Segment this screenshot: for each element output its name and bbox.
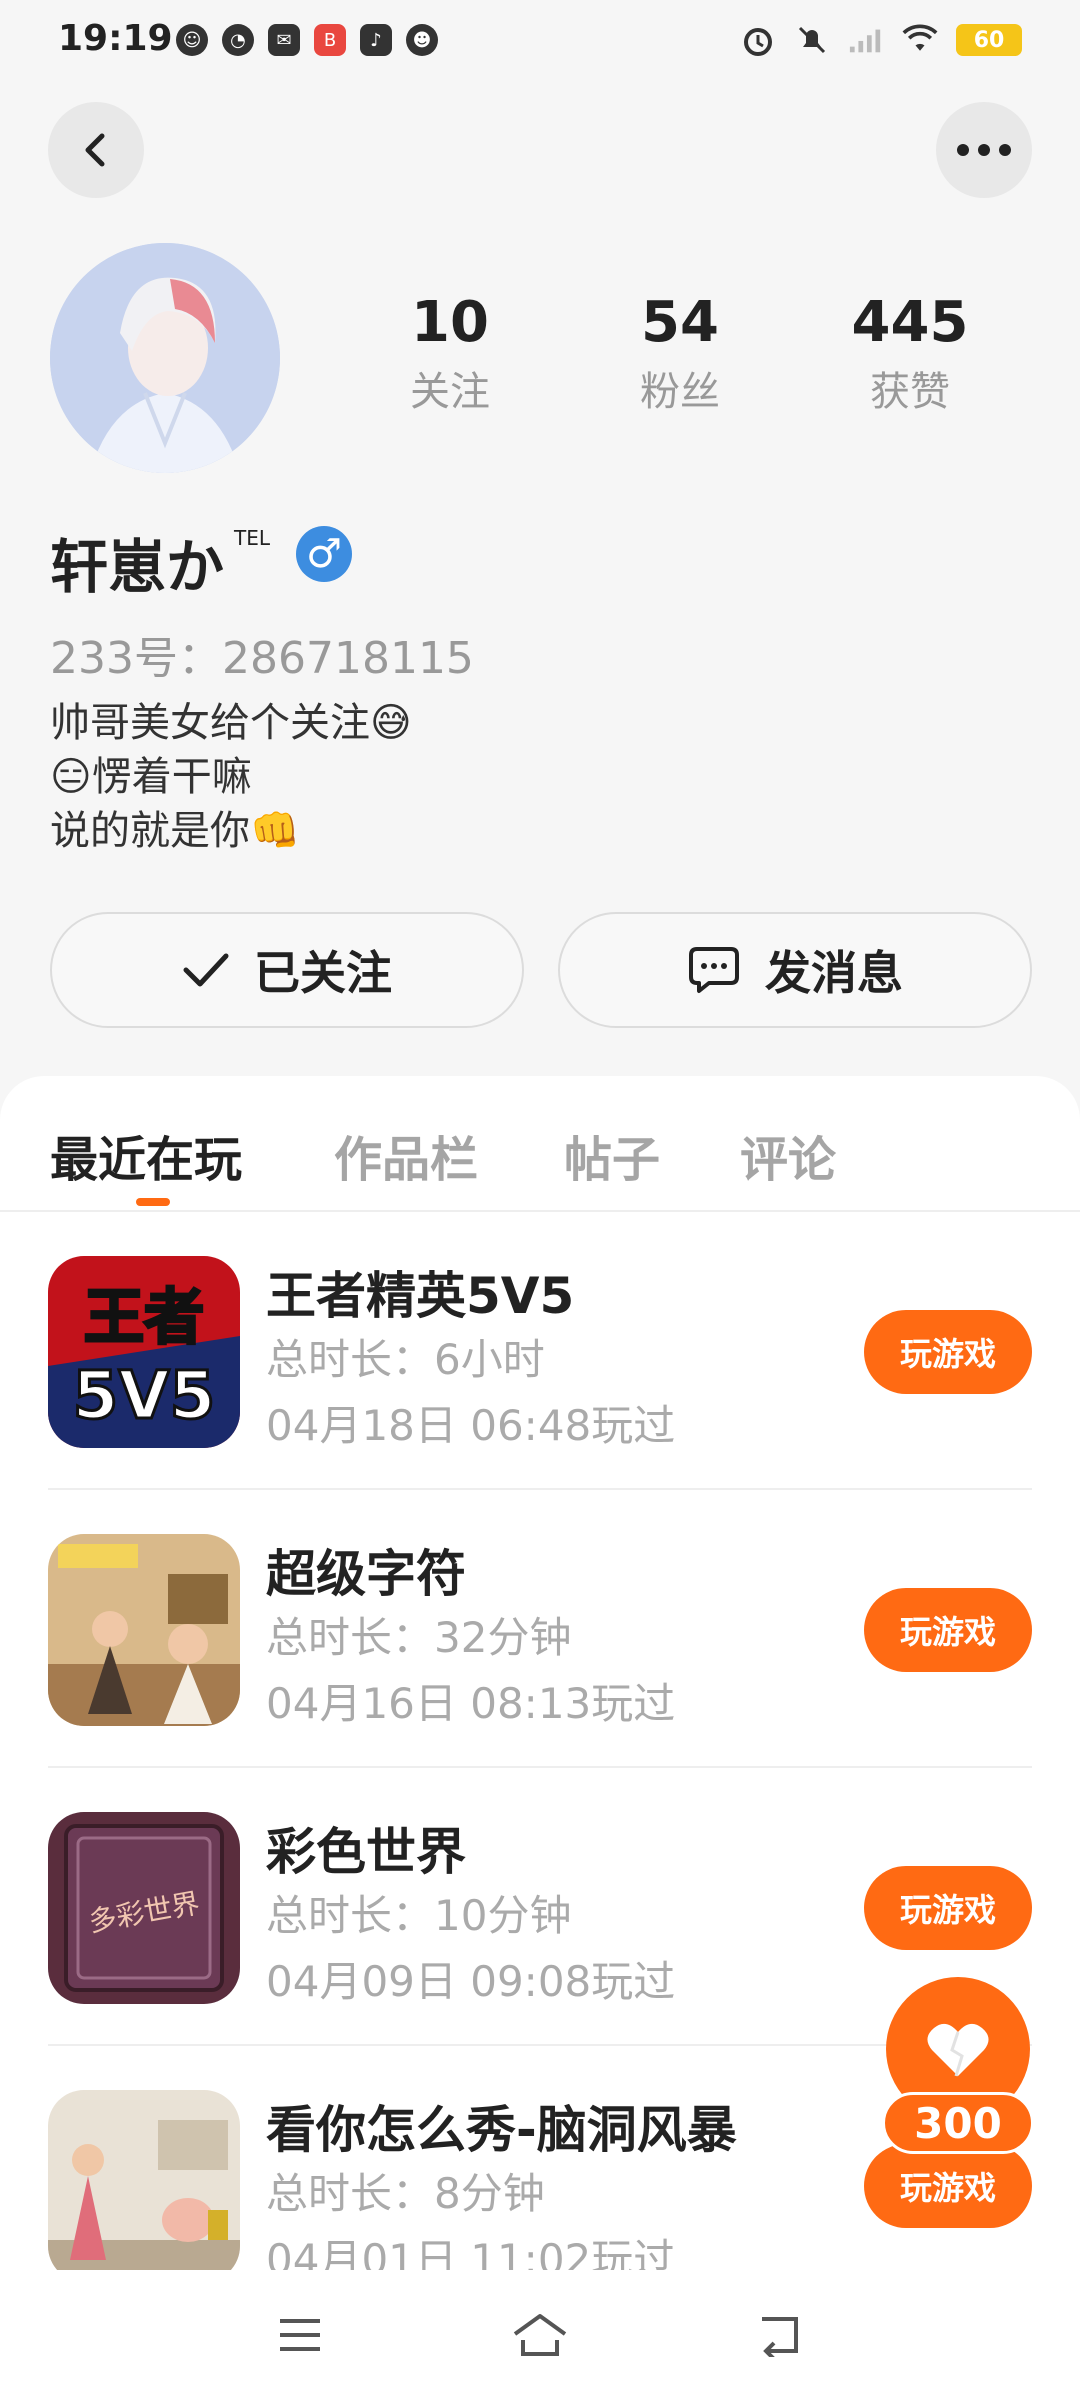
app-icon-1: ☺ — [176, 24, 208, 56]
play-game-button[interactable]: 玩游戏 — [864, 1310, 1032, 1394]
stat-following[interactable]: 10 关注 — [360, 290, 540, 417]
chevron-left-icon — [85, 133, 105, 167]
stat-value: 10 — [411, 290, 489, 355]
stat-followers[interactable]: 54 粉丝 — [590, 290, 770, 417]
game-icon: 多彩世界 — [48, 1812, 240, 2004]
tab-posts[interactable]: 帖子 — [564, 1120, 660, 1190]
male-icon: ♂ — [296, 526, 353, 582]
game-duration: 总时长：6小时 — [266, 1335, 545, 1384]
followed-button[interactable]: 已关注 — [50, 912, 524, 1028]
name-row: 轩崽か TEL ♂ — [50, 520, 353, 604]
back-button[interactable] — [48, 102, 144, 198]
game-title: 彩色世界 — [266, 1823, 466, 1881]
menu-icon[interactable] — [270, 2305, 330, 2365]
notification-icons: ☺ ◔ ✉ B ♪ ☻ — [176, 24, 438, 56]
alarm-icon — [740, 22, 776, 58]
app-icon-6: ☻ — [406, 24, 438, 56]
tab-comments[interactable]: 评论 — [740, 1120, 836, 1190]
game-duration: 总时长：32分钟 — [266, 1613, 572, 1662]
system-nav-bar — [0, 2270, 1080, 2400]
tab-works[interactable]: 作品栏 — [334, 1120, 478, 1190]
game-duration: 总时长：10分钟 — [266, 1891, 572, 1940]
game-last-played: 04月09日 09:08玩过 — [266, 1957, 676, 2006]
status-time: 19:19 — [58, 18, 173, 59]
mute-icon — [794, 22, 830, 58]
user-id: 233号：286718115 — [50, 633, 474, 684]
stat-label: 关注 — [410, 369, 490, 415]
signal-icon — [848, 22, 884, 58]
play-game-button[interactable]: 玩游戏 — [864, 1866, 1032, 1950]
tab-recently-played[interactable]: 最近在玩 — [50, 1120, 242, 1190]
bio-line: 帅哥美女给个关注😅 — [50, 700, 412, 746]
username: 轩崽か — [50, 533, 225, 601]
avatar[interactable] — [50, 243, 280, 473]
game-icon — [48, 1534, 240, 1726]
svg-text:王者: 王者 — [84, 1283, 204, 1353]
game-title: 超级字符 — [266, 1545, 466, 1603]
game-title: 王者精英5V5 — [266, 1267, 575, 1325]
music-icon: ♪ — [360, 24, 392, 56]
username-suffix: TEL — [234, 526, 271, 550]
app-icon-2: ◔ — [222, 24, 254, 56]
stat-label: 粉丝 — [640, 369, 720, 415]
game-title: 看你怎么秀-脑洞风暴 — [266, 2101, 737, 2159]
mail-icon: ✉ — [268, 24, 300, 56]
followed-label: 已关注 — [254, 946, 392, 1000]
play-game-button[interactable]: 玩游戏 — [864, 1588, 1032, 1672]
message-button[interactable]: 发消息 — [558, 912, 1032, 1028]
game-last-played: 04月16日 08:13玩过 — [266, 1679, 676, 1728]
game-icon — [48, 2090, 240, 2282]
status-bar: 19:19 ☺ ◔ ✉ B ♪ ☻ 60 — [0, 0, 1080, 80]
stat-likes[interactable]: 445 获赞 — [820, 290, 1000, 417]
heart-icon — [927, 2023, 989, 2077]
battery-indicator: 60 — [956, 24, 1022, 56]
profile-stats: 10 关注 54 粉丝 445 获赞 — [360, 290, 1000, 417]
play-game-button[interactable]: 玩游戏 — [864, 2144, 1032, 2228]
active-tab-indicator — [136, 1198, 170, 1206]
wifi-icon — [902, 22, 938, 58]
check-icon — [183, 953, 229, 987]
game-duration: 总时长：8分钟 — [266, 2169, 545, 2218]
svg-text:5V5: 5V5 — [73, 1357, 216, 1434]
app-icon-4: B — [314, 24, 346, 56]
game-item[interactable]: 超级字符 总时长：32分钟 04月16日 08:13玩过 玩游戏 — [48, 1490, 1032, 1768]
chat-bubble-icon — [689, 947, 739, 993]
like-count: 300 — [882, 2092, 1034, 2154]
tab-bar: 最近在玩 作品栏 帖子 评论 — [0, 1076, 1080, 1212]
message-label: 发消息 — [765, 946, 903, 1000]
bio: 帅哥美女给个关注😅 😑愣着干嘛 说的就是你👊 — [50, 696, 412, 858]
game-last-played: 04月18日 06:48玩过 — [266, 1401, 676, 1450]
more-dots-icon — [957, 144, 1011, 156]
bio-line: 😑愣着干嘛 — [50, 754, 252, 800]
bio-line: 说的就是你👊 — [50, 808, 300, 854]
game-item[interactable]: 王者 5V5 王者精英5V5 总时长：6小时 04月18日 06:48玩过 玩游… — [48, 1212, 1032, 1490]
home-icon[interactable] — [510, 2305, 570, 2365]
back-icon[interactable] — [750, 2305, 810, 2365]
stat-value: 54 — [641, 290, 719, 355]
content-card: 最近在玩 作品栏 帖子 评论 王者 5V5 王者精英5V5 总时长：6小时 04… — [0, 1076, 1080, 2400]
game-icon: 王者 5V5 — [48, 1256, 240, 1448]
more-button[interactable] — [936, 102, 1032, 198]
game-item[interactable]: 多彩世界 彩色世界 总时长：10分钟 04月09日 09:08玩过 玩游戏 — [48, 1768, 1032, 2046]
stat-label: 获赞 — [870, 369, 950, 415]
stat-value: 445 — [851, 290, 969, 355]
